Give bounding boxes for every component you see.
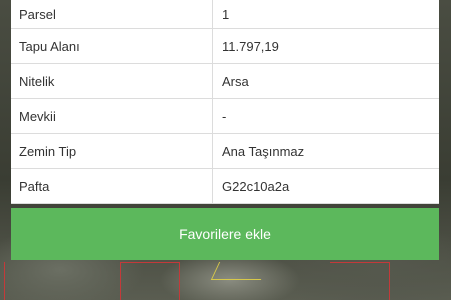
table-row: Pafta G22c10a2a bbox=[11, 169, 439, 204]
row-value: Ana Taşınmaz bbox=[222, 143, 305, 159]
table-row: Tapu Alanı 11.797,19 bbox=[11, 29, 439, 64]
row-value: 11.797,19 bbox=[222, 38, 279, 54]
table-row: Parsel 1 bbox=[11, 0, 439, 29]
table-row: Mevkii - bbox=[11, 99, 439, 134]
parcel-outline-mid bbox=[120, 262, 180, 300]
row-label: Nitelik bbox=[11, 64, 213, 98]
row-label: Tapu Alanı bbox=[11, 29, 213, 63]
row-label: Pafta bbox=[11, 169, 213, 203]
parcel-outline-left bbox=[4, 262, 22, 300]
row-value: G22c10a2a bbox=[222, 178, 290, 194]
row-value: 1 bbox=[222, 6, 230, 22]
table-row: Nitelik Arsa bbox=[11, 64, 439, 99]
row-label: Parsel bbox=[11, 0, 213, 28]
add-to-favorites-button[interactable]: Favorilere ekle bbox=[11, 208, 439, 260]
parcel-highlight-outline bbox=[210, 262, 270, 280]
parcel-outline-right bbox=[330, 262, 390, 300]
row-value: Arsa bbox=[222, 73, 249, 89]
row-label: Zemin Tip bbox=[11, 134, 213, 168]
row-label: Mevkii bbox=[11, 99, 213, 133]
row-value: - bbox=[222, 108, 227, 124]
parcel-details-table: Parsel 1 Tapu Alanı 11.797,19 Nitelik Ar… bbox=[11, 0, 439, 204]
table-row: Zemin Tip Ana Taşınmaz bbox=[11, 134, 439, 169]
